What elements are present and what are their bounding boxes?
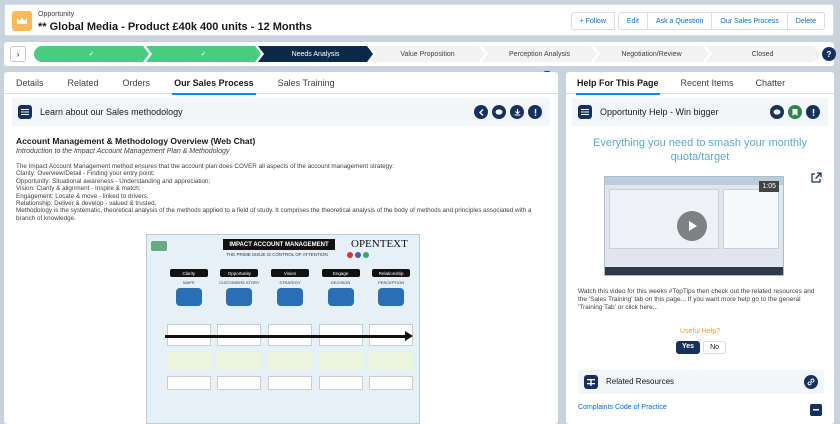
list-icon xyxy=(18,105,32,119)
document-paragraph: Relationship: Deliver & develop - valued… xyxy=(16,200,157,208)
related-resource-item[interactable]: Complaints Code of Practice xyxy=(578,404,824,422)
our-sales-process-button[interactable]: Our Sales Process xyxy=(711,12,788,30)
tab-details[interactable]: Details xyxy=(4,72,56,94)
useful-help-toggle: Yes No xyxy=(676,341,727,354)
back-arrow-icon[interactable] xyxy=(474,105,488,119)
tab-sales-training[interactable]: Sales Training xyxy=(266,72,347,94)
path-stage-needs-analysis[interactable]: Needs Analysis xyxy=(258,46,373,62)
help-card-header: Opportunity Help - Win bigger xyxy=(572,98,828,126)
sales-path: › ✓ ✓ Needs Analysis Value Proposition P… xyxy=(4,42,834,66)
path-stage-perception-analysis[interactable]: Perception Analysis xyxy=(482,46,597,62)
diagram-arrow xyxy=(165,335,409,338)
header-button-group: + Follow Edit Ask a Question Our Sales P… xyxy=(570,12,825,30)
diagram-column: Vision STRATEGY xyxy=(266,269,314,419)
help-headline: Everything you need to smash your monthl… xyxy=(592,137,807,163)
tab-chatter[interactable]: Chatter xyxy=(745,72,797,94)
tab-orders[interactable]: Orders xyxy=(111,72,163,94)
path-stage-value-proposition[interactable]: Value Proposition xyxy=(370,46,485,62)
tab-related[interactable]: Related xyxy=(56,72,111,94)
yes-button[interactable]: Yes xyxy=(676,341,701,354)
path-stage-2[interactable]: ✓ xyxy=(146,46,261,62)
impact-account-management-diagram: IMPACT ACCOUNT MANAGEMENT THE PRIME ISSU… xyxy=(146,234,420,424)
methodology-card-header: Learn about our Sales methodology xyxy=(12,98,550,126)
ask-question-button[interactable]: Ask a Question xyxy=(646,12,713,30)
related-resources-title: Related Resources xyxy=(606,377,675,386)
diagram-banner: IMPACT ACCOUNT MANAGEMENT xyxy=(223,239,335,250)
help-card-icon xyxy=(578,105,592,119)
diagram-logo xyxy=(151,241,167,251)
document-paragraph: Vision: Clarity & alignment - Inspire & … xyxy=(16,185,141,193)
record-header: Opportunity ** Global Media - Product £4… xyxy=(4,4,834,36)
watch-video-text: Watch this video for this weeks #TopTips… xyxy=(578,288,815,311)
methodology-card-actions xyxy=(470,105,542,119)
help-card-actions xyxy=(766,105,820,119)
diagram-column: Clarity MAPS xyxy=(165,269,213,419)
tab-our-sales-process[interactable]: Our Sales Process xyxy=(162,72,266,95)
delete-button[interactable]: Delete xyxy=(786,12,825,30)
object-type-label: Opportunity xyxy=(38,11,75,18)
help-card-title: Opportunity Help - Win bigger xyxy=(600,107,719,117)
path-stages: ✓ ✓ Needs Analysis Value Proposition Per… xyxy=(34,46,819,62)
left-tab-bar: Details Related Orders Our Sales Process… xyxy=(4,72,558,95)
path-stage-negotiation-review[interactable]: Negotiation/Review xyxy=(594,46,709,62)
path-toggle-chevron-icon[interactable]: › xyxy=(10,46,26,62)
info-icon[interactable] xyxy=(528,105,542,119)
document-paragraph: Engagement: Locate & move - linked to dr… xyxy=(16,192,149,200)
chat-bubble-icon[interactable] xyxy=(492,105,506,119)
document-paragraph: Methodology is the systematic, theoretic… xyxy=(16,207,532,222)
diagram-grid: Clarity MAPS Opportunity CUSTOMERS STORY… xyxy=(165,269,415,419)
diagram-dots xyxy=(347,252,369,258)
useful-help-label: Useful Help? xyxy=(679,328,721,335)
info-icon[interactable] xyxy=(806,105,820,119)
document-subtitle: Introduction to the Impact Account Manag… xyxy=(16,148,230,155)
document-paragraph: Clarity: Overview/Detail - Finding your … xyxy=(16,170,155,178)
document-title: Account Management & Methodology Overvie… xyxy=(16,136,256,146)
methodology-document: Account Management & Methodology Overvie… xyxy=(16,136,536,222)
diagram-column: Relationship PERCEPTION xyxy=(367,269,415,419)
path-stage-1[interactable]: ✓ xyxy=(34,46,149,62)
path-stage-closed[interactable]: Closed xyxy=(706,46,819,62)
related-resources-header: Related Resources xyxy=(578,370,824,394)
play-icon[interactable] xyxy=(677,211,707,241)
related-resource-link[interactable]: Complaints Code of Practice xyxy=(578,404,667,411)
diagram-column: Engage DECISION xyxy=(317,269,365,419)
link-icon[interactable] xyxy=(804,375,818,389)
edit-button[interactable]: Edit xyxy=(617,12,648,30)
chat-bubble-icon[interactable] xyxy=(770,105,784,119)
opportunity-crown-icon xyxy=(12,11,32,31)
tab-help-for-this-page[interactable]: Help For This Page xyxy=(566,72,670,95)
record-title: ** Global Media - Product £40k 400 units… xyxy=(38,21,312,33)
diagram-arrowhead xyxy=(405,331,413,341)
document-paragraph: The Impact Account Management method ens… xyxy=(16,163,395,170)
no-button[interactable]: No xyxy=(703,341,727,354)
help-question-icon[interactable]: ? xyxy=(822,47,836,61)
follow-button[interactable]: + Follow xyxy=(570,12,615,30)
diagram-brand: OPENTEXT xyxy=(351,238,408,250)
tips-video-player[interactable]: 1:05 xyxy=(604,176,784,276)
right-tab-bar: Help For This Page Recent Items Chatter xyxy=(566,72,834,95)
video-duration: 1:05 xyxy=(759,181,779,192)
resources-icon xyxy=(584,375,598,389)
collapse-icon[interactable] xyxy=(810,404,822,416)
external-link-icon[interactable] xyxy=(810,172,822,186)
diagram-column: Opportunity CUSTOMERS STORY xyxy=(216,269,264,419)
diagram-tagline: THE PRIME ISSUE IS CONTROL OF ATTENTION xyxy=(226,252,328,257)
tab-recent-items[interactable]: Recent Items xyxy=(670,72,745,94)
download-icon[interactable] xyxy=(510,105,524,119)
help-sidebar-panel: Help For This Page Recent Items Chatter … xyxy=(566,72,834,424)
bookmark-icon[interactable] xyxy=(788,105,802,119)
document-paragraph: Opportunity: Situational awareness - Und… xyxy=(16,177,211,185)
methodology-card-title: Learn about our Sales methodology xyxy=(40,107,183,117)
main-content-panel: Details Related Orders Our Sales Process… xyxy=(4,72,558,424)
